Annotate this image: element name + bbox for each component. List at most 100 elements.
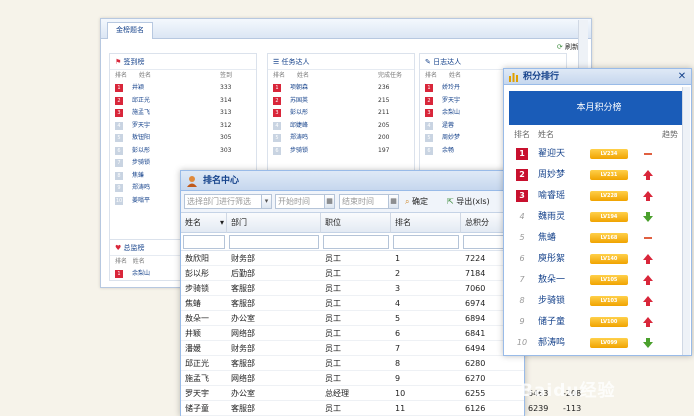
tab-golden-list[interactable]: 金榜题名 <box>107 22 153 39</box>
cell-position: 总经理 <box>325 389 349 398</box>
confirm-button[interactable]: ⌕ 确定 <box>405 194 428 209</box>
export-button[interactable]: ⇱ 导出(xls) <box>447 194 490 209</box>
list-item[interactable]: 4 魏雨灵 LV194 <box>512 208 688 226</box>
table-row[interactable]: 敖欣阳 财务部 员工 1 7224 <box>181 251 524 266</box>
score-value: 312 <box>220 121 232 129</box>
list-item[interactable]: 9 储子童 LV100 <box>512 313 688 331</box>
filter-position-input[interactable] <box>323 235 389 249</box>
table-row[interactable]: 井颖 网络部 员工 6 6841 <box>181 326 524 341</box>
refresh-button[interactable]: ⟳ 刷新 <box>557 43 579 51</box>
cell-name: 储子童 <box>185 404 209 413</box>
col-value: 完成任务 <box>378 72 403 79</box>
cell-rank: 8 <box>395 359 401 368</box>
department-filter-select[interactable]: 选择部门进行筛选 <box>184 194 262 209</box>
rank-badge: 5 <box>273 134 281 142</box>
list-item[interactable]: 3 彭以彤 211 <box>268 107 414 120</box>
chevron-down-icon[interactable]: ▾ <box>261 194 272 209</box>
header-label: 部门 <box>231 218 247 227</box>
table-row[interactable]: 储子童 客服部 员工 11 6126 6239 -113 <box>181 401 581 416</box>
list-item[interactable]: 8 步骑锁 LV103 <box>512 292 688 310</box>
person-name: 施孟飞 <box>132 109 151 116</box>
rank-badge: 4 <box>273 121 281 130</box>
header-label: 职位 <box>325 218 341 227</box>
filter-department-input[interactable] <box>229 235 319 249</box>
rank-number: 7 <box>519 275 525 284</box>
cell-prev-points <box>524 356 528 371</box>
filter-rank-input[interactable] <box>393 235 459 249</box>
table-row[interactable]: 敖朵一 办公室 员工 5 6894 <box>181 311 524 326</box>
person-name: 娇玲丹 <box>442 84 461 91</box>
list-item[interactable]: 3 喻睿瑶 LV228 <box>512 187 688 205</box>
cell-position: 员工 <box>325 374 341 383</box>
table-row[interactable]: 彭以彤 后勤部 员工 2 7184 <box>181 266 524 281</box>
level-badge: LV099 <box>590 338 628 348</box>
list-item[interactable]: 7 敖朵一 LV105 <box>512 271 688 289</box>
person-name: 步骑锁 <box>538 296 566 306</box>
grid-body: 敖欣阳 财务部 员工 1 7224 彭以彤 后勤部 员工 2 7184 步骑锁 客服部 员工 3 7060 焦… <box>181 251 581 416</box>
list-item[interactable]: 10 郝涛鸣 LV099 <box>512 334 688 352</box>
level-badge: LV234 <box>590 149 628 159</box>
grid-filter-row <box>181 233 524 251</box>
list-item[interactable]: 2 周妙梦 LV231 <box>512 166 688 184</box>
table-row[interactable]: 焦蝽 客服部 员工 4 6974 <box>181 296 524 311</box>
list-item[interactable]: 5 郑涛鸣 200 <box>268 132 414 145</box>
list-item[interactable]: 6 步骑锁 197 <box>268 145 414 158</box>
trend-flat-icon <box>642 232 654 244</box>
calendar-icon[interactable]: ▦ <box>324 194 335 209</box>
rank-number: 10 <box>516 338 528 347</box>
list-item[interactable]: 2 苏国英 215 <box>268 95 414 108</box>
table-row[interactable]: 罗天宇 办公室 总经理 10 6255 6463 -208 <box>181 386 581 401</box>
list-item[interactable]: 2 邱正光 314 <box>110 95 256 108</box>
score-value: 314 <box>220 96 232 104</box>
column-header-name[interactable]: 姓名 ▾ <box>181 213 227 233</box>
rank-badge: 3 <box>115 109 123 117</box>
person-name: 步骑锁 <box>290 146 309 154</box>
table-row[interactable]: 邱正光 客服部 员工 8 6280 <box>181 356 524 371</box>
person-name: 余梨山 <box>442 109 461 116</box>
list-item[interactable]: 4 罗天宇 312 <box>110 120 256 133</box>
start-time-input[interactable]: 开始时间 <box>275 194 325 209</box>
points-scrollbar[interactable] <box>682 87 690 355</box>
column-header-rank[interactable]: 排名 <box>391 213 461 233</box>
panel-title-text: 签到榜 <box>123 58 145 66</box>
cell-points: 7224 <box>465 254 486 263</box>
table-row[interactable]: 施孟飞 网络部 员工 9 6270 <box>181 371 524 386</box>
list-item[interactable]: 1 项朝森 236 <box>268 82 414 95</box>
points-ranking-titlebar[interactable]: 积分排行 ✕ <box>504 69 691 85</box>
start-time-placeholder: 开始时间 <box>278 197 310 206</box>
cell-rank: 6 <box>395 329 401 338</box>
list-item[interactable]: 3 施孟飞 313 <box>110 107 256 120</box>
list-item[interactable]: 4 邱婕峰 205 <box>268 120 414 133</box>
ranking-center-title: 排名中心 <box>203 176 240 186</box>
list-item[interactable]: 5 敖钮阳 305 <box>110 132 256 145</box>
person-name: 步骑锁 <box>132 159 151 166</box>
cell-rank: 11 <box>395 404 406 413</box>
ranking-center-titlebar[interactable]: 排名中心 <box>181 171 524 191</box>
close-icon[interactable]: ✕ <box>676 70 688 83</box>
table-row[interactable]: 潘媛 财务部 员工 7 6494 <box>181 341 524 356</box>
cell-rank: 3 <box>395 284 401 293</box>
list-item[interactable]: 5 焦蝽 LV168 <box>512 229 688 247</box>
cell-points: 6280 <box>465 359 486 368</box>
cell-department: 客服部 <box>231 284 255 293</box>
monthly-leaderboard-tab[interactable]: 本月积分榜 <box>509 91 689 125</box>
calendar-icon[interactable]: ▦ <box>388 194 399 209</box>
cell-position: 员工 <box>325 344 341 353</box>
cell-position: 员工 <box>325 254 341 263</box>
list-item[interactable]: 1 翟迎天 LV234 <box>512 145 688 163</box>
column-header-position[interactable]: 职位 <box>321 213 391 233</box>
list-item[interactable]: 1 井颖 333 <box>110 82 256 95</box>
list-item[interactable]: 6 彭以彤 303 <box>110 145 256 158</box>
column-header-department[interactable]: 部门 <box>227 213 321 233</box>
tab-label: 金榜题名 <box>116 26 144 34</box>
rank-badge: 5 <box>425 134 433 142</box>
list-item[interactable]: 7 步骑锁 <box>110 157 256 170</box>
cell-department: 客服部 <box>231 359 255 368</box>
cell-points: 6494 <box>465 344 486 353</box>
end-time-input[interactable]: 结束时间 <box>339 194 389 209</box>
rank-number: 8 <box>519 296 525 305</box>
table-row[interactable]: 步骑锁 客服部 员工 3 7060 <box>181 281 524 296</box>
list-item[interactable]: 6 庾彤絮 LV140 <box>512 250 688 268</box>
filter-name-input[interactable] <box>183 235 225 249</box>
cell-position: 员工 <box>325 329 341 338</box>
